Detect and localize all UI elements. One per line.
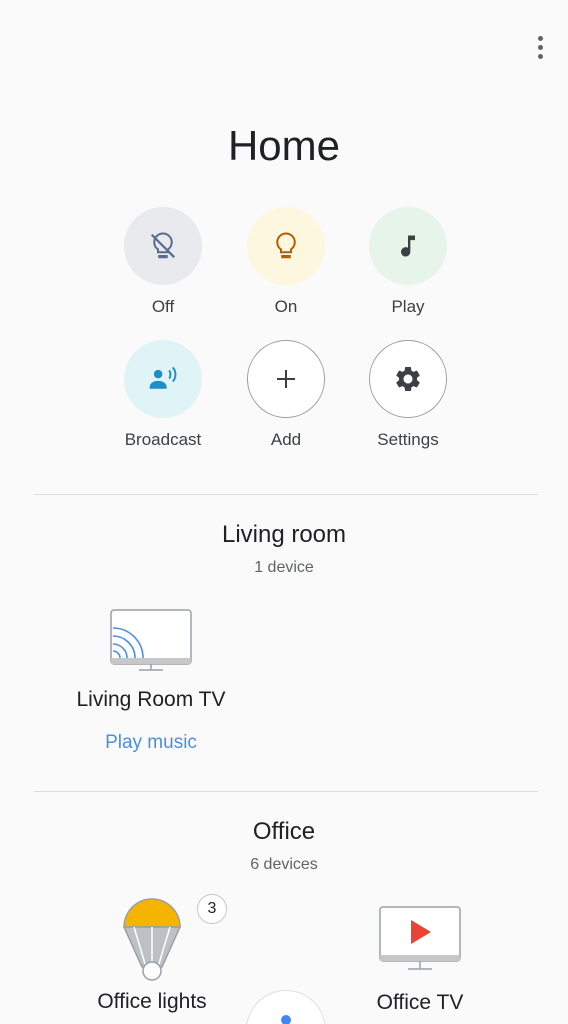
tv-play-icon	[344, 905, 496, 991]
room-device-count: 1 device	[254, 559, 314, 576]
play-music-link[interactable]: Play music	[60, 732, 242, 754]
device-name: Living Room TV	[76, 688, 226, 711]
off-action-button[interactable]: Off	[103, 207, 223, 317]
broadcast-icon	[124, 340, 202, 418]
music-note-icon	[369, 207, 447, 285]
on-action-button[interactable]: On	[226, 207, 346, 317]
gear-icon	[369, 340, 447, 418]
device-count-badge: 3	[197, 894, 227, 924]
page-title: Home	[227, 122, 341, 169]
assistant-dot-icon	[281, 1015, 291, 1024]
device-living-room-tv[interactable]: Living Room TV Play music	[60, 608, 242, 754]
assistant-button[interactable]	[246, 990, 326, 1024]
cast-tv-icon	[60, 608, 242, 688]
device-office-tv[interactable]: Office TV	[344, 905, 496, 1015]
lights-off-icon	[124, 207, 202, 285]
add-action-button[interactable]: Add	[226, 340, 346, 450]
on-label: On	[274, 297, 298, 316]
home-screen: Home Off On Play Broadcast Add Settings …	[0, 0, 568, 1024]
broadcast-label: Broadcast	[124, 430, 202, 449]
play-label: Play	[391, 297, 425, 316]
off-label: Off	[151, 297, 175, 316]
room-device-count: 6 devices	[250, 856, 318, 873]
room-title-office: Office	[252, 818, 316, 845]
section-divider	[34, 494, 538, 495]
add-label: Add	[270, 430, 302, 449]
device-name: Office TV	[376, 991, 464, 1014]
broadcast-action-button[interactable]: Broadcast	[103, 340, 223, 450]
more-vert-icon[interactable]	[526, 30, 554, 64]
play-action-button[interactable]: Play	[348, 207, 468, 317]
lightbulb-icon	[247, 207, 325, 285]
settings-label: Settings	[377, 430, 439, 449]
device-name: Office lights	[97, 990, 207, 1013]
room-title-living-room: Living room	[221, 521, 347, 548]
settings-action-button[interactable]: Settings	[348, 340, 468, 450]
add-icon	[247, 340, 325, 418]
section-divider	[34, 791, 538, 792]
